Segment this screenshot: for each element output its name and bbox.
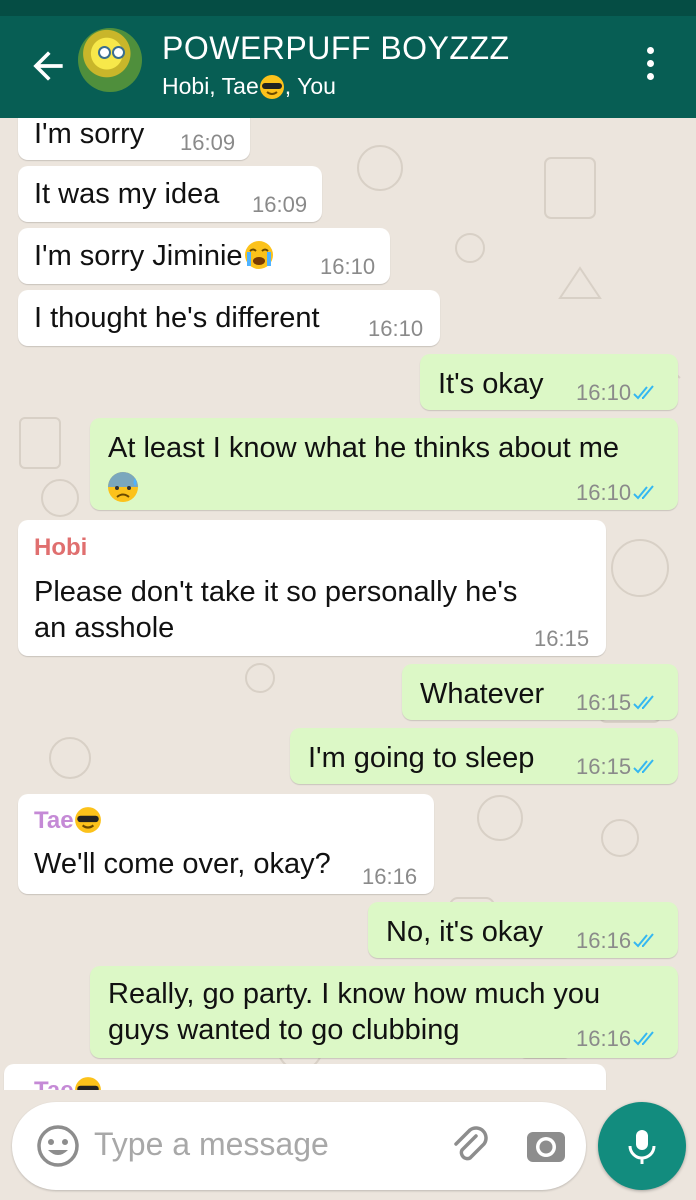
message-text: It was my idea [34, 178, 220, 210]
message-text: Please don't take it so personally he's [34, 576, 518, 608]
sender-name[interactable]: Hobi [34, 534, 87, 562]
read-ticks-icon [633, 695, 654, 710]
message-bubble[interactable]: I'm going to sleep 16:15 [290, 728, 678, 784]
read-ticks-icon [633, 485, 654, 500]
message-text: Whatever [420, 678, 545, 710]
message-bubble[interactable]: Really, go party. I know how much you gu… [90, 966, 678, 1058]
message-bubble[interactable]: Tae We'll come over, okay? 16:16 [18, 794, 434, 894]
message-bubble[interactable]: I'm sorry 16:09 [18, 118, 250, 160]
message-input[interactable]: Type a message [94, 1126, 329, 1163]
attach-icon[interactable] [446, 1122, 494, 1170]
sender-name[interactable]: Tae [34, 806, 102, 835]
arrow-back-icon[interactable] [26, 44, 70, 88]
sunglasses-face-icon [74, 1077, 101, 1090]
message-time: 16:09 [252, 192, 308, 217]
message-bubble[interactable]: It's okay 16:10 [420, 354, 678, 410]
read-ticks-icon [633, 385, 654, 400]
message-bubble[interactable]: Tae [4, 1064, 606, 1090]
message-text: Really, go party. I know how much you [108, 978, 601, 1010]
message-bubble[interactable]: I thought he's different 16:10 [18, 290, 440, 346]
message-text: At least I know what he thinks about me [108, 432, 619, 464]
message-text: It's okay [438, 368, 544, 400]
group-title[interactable]: POWERPUFF BOYZZZ [162, 30, 510, 67]
read-ticks-icon [633, 759, 654, 774]
message-composer[interactable]: Type a message [12, 1102, 586, 1190]
message-text: an asshole [34, 612, 175, 644]
group-avatar[interactable] [78, 28, 142, 92]
message-time: 16:16 [576, 1026, 659, 1052]
message-text: We'll come over, okay? [34, 848, 331, 880]
message-time: 16:10 [576, 480, 659, 506]
message-bubble[interactable]: I'm sorry Jiminie 16:10 [18, 228, 390, 284]
message-bubble[interactable]: Hobi Please don't take it so personally … [18, 520, 606, 656]
message-time: 16:10 [368, 316, 424, 341]
read-ticks-icon [633, 933, 654, 948]
group-members[interactable]: Hobi, Tae , You [162, 73, 336, 100]
message-time: 16:10 [320, 254, 376, 279]
members-suffix: , You [284, 73, 336, 99]
read-ticks-icon [633, 1031, 654, 1046]
message-text: I'm going to sleep [308, 742, 535, 774]
message-time: 16:10 [576, 380, 659, 406]
sunglasses-face-icon [259, 75, 284, 99]
camera-icon[interactable] [522, 1122, 570, 1170]
sender-name[interactable]: Tae [34, 1076, 102, 1090]
message-bubble[interactable]: At least I know what he thinks about me … [90, 418, 678, 510]
message-time: 16:15 [576, 690, 659, 716]
message-bubble[interactable]: Whatever 16:15 [402, 664, 678, 720]
message-bubble[interactable]: It was my idea 16:09 [18, 166, 322, 222]
more-vert-icon[interactable] [636, 44, 664, 84]
message-text: No, it's okay [386, 916, 544, 948]
message-bubble[interactable]: No, it's okay 16:16 [368, 902, 678, 958]
members-prefix: Hobi, Tae [162, 73, 259, 99]
message-text: I'm sorry Jiminie [34, 238, 275, 274]
message-time: 16:15 [576, 754, 659, 780]
emoji-icon[interactable] [34, 1122, 82, 1170]
status-bar [0, 0, 696, 16]
mic-button[interactable] [598, 1102, 686, 1190]
loudly-crying-face-icon [244, 241, 273, 269]
message-time: 16:15 [534, 626, 590, 651]
mic-icon [628, 1130, 656, 1164]
chat-header: POWERPUFF BOYZZZ Hobi, Tae , You [0, 0, 696, 118]
message-text: I'm sorry [34, 118, 145, 150]
message-time: 16:09 [180, 130, 236, 155]
message-time: 16:16 [576, 928, 659, 954]
message-text: I thought he's different [34, 302, 320, 334]
message-list[interactable]: I'm sorry 16:09 It was my idea 16:09 I'm… [0, 118, 696, 1090]
sunglasses-face-icon [74, 807, 101, 833]
message-time: 16:16 [362, 864, 418, 889]
anxious-face-with-sweat-icon [108, 472, 138, 502]
message-text: guys wanted to go clubbing [108, 1014, 460, 1046]
